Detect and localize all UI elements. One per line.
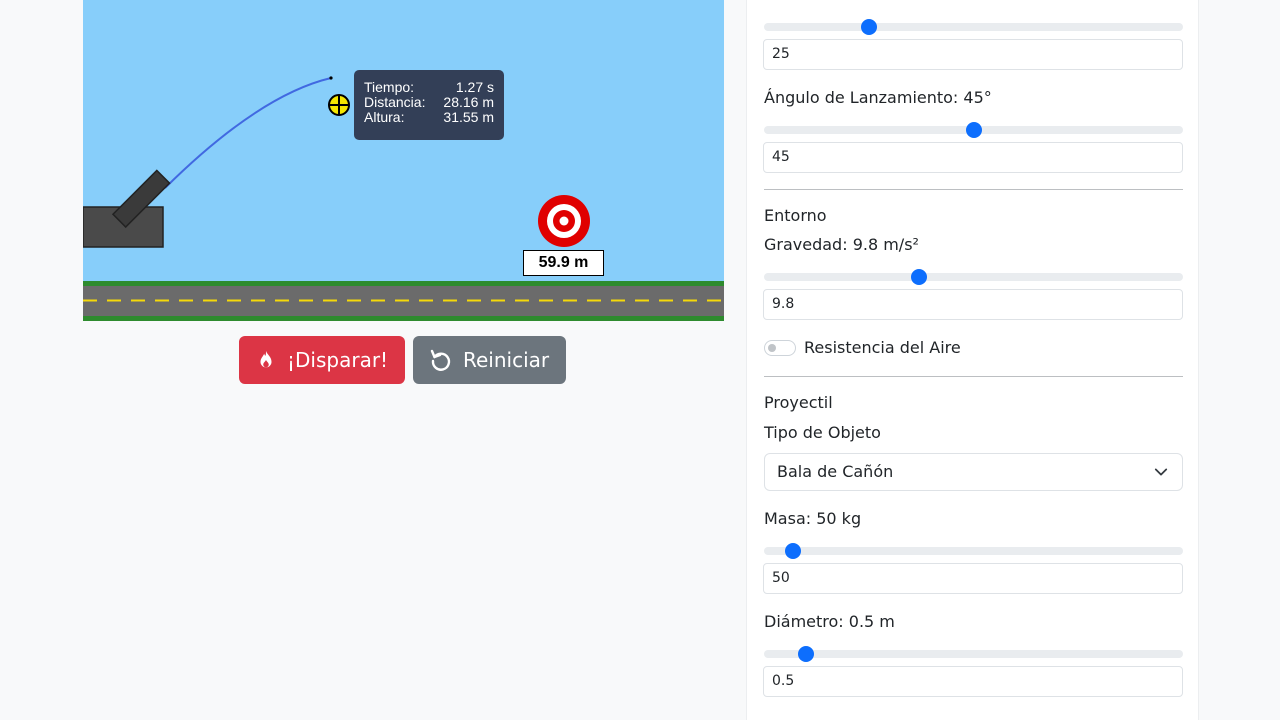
reset-button[interactable]: Reiniciar (413, 336, 566, 384)
angle-input[interactable]: 45 (763, 142, 1183, 173)
velocity-slider-thumb[interactable] (860, 19, 877, 35)
projectile-dot (329, 76, 333, 80)
diameter-label: Diámetro: 0.5 m (764, 612, 895, 631)
air-resistance-toggle[interactable] (764, 340, 796, 356)
grass-strip-bottom (83, 316, 724, 321)
angle-slider[interactable] (764, 122, 1183, 138)
fire-button-label: ¡Disparar! (287, 348, 389, 372)
environment-heading: Entorno (764, 206, 827, 225)
gravity-slider-thumb[interactable] (911, 269, 928, 285)
time-label: Tiempo: (364, 79, 415, 95)
velocity-input[interactable]: 25 (763, 39, 1183, 70)
height-value: 31.55 m (443, 109, 494, 125)
air-resistance-label: Resistencia del Aire (804, 338, 961, 357)
diameter-slider[interactable] (764, 646, 1183, 662)
mass-slider[interactable] (764, 543, 1183, 559)
fire-button[interactable]: ¡Disparar! (239, 336, 405, 384)
flight-info-tooltip: Tiempo: 1.27 s Distancia: 28.16 m Altura: 3… (354, 70, 504, 140)
target-icon (538, 195, 590, 247)
angle-label: Ángulo de Lanzamiento: 45° (764, 88, 992, 107)
distance-label: Distancia: (364, 94, 426, 110)
mass-input[interactable]: 50 (763, 563, 1183, 594)
angle-slider-thumb[interactable] (965, 122, 982, 138)
projectile-heading: Proyectil (764, 393, 833, 412)
distance-value: 28.16 m (443, 94, 494, 110)
control-panel: 25 Ángulo de Lanzamiento: 45° 45 Entorno… (746, 0, 1199, 720)
reset-icon (430, 349, 451, 371)
fire-icon (260, 350, 272, 368)
diameter-slider-thumb[interactable] (797, 646, 814, 662)
object-type-selected: Bala de Cañón (777, 462, 894, 481)
trajectory-path (164, 77, 332, 189)
reset-button-label: Reiniciar (463, 348, 550, 372)
simulation-canvas[interactable]: Tiempo: 1.27 s Distancia: 28.16 m Altura: 3… (83, 0, 724, 321)
crosshair-icon (328, 94, 350, 116)
time-value: 1.27 s (455, 79, 494, 95)
divider (764, 376, 1183, 377)
mass-slider-thumb[interactable] (785, 543, 802, 559)
chevron-down-icon (1154, 468, 1168, 476)
object-type-label: Tipo de Objeto (764, 423, 881, 442)
gravity-slider[interactable] (764, 269, 1183, 285)
divider (764, 189, 1183, 190)
simulation-scene (83, 76, 724, 321)
height-label: Altura: (364, 109, 405, 125)
grass-strip-top (83, 281, 724, 286)
velocity-slider[interactable] (764, 19, 1183, 35)
object-type-select[interactable]: Bala de Cañón (764, 453, 1183, 491)
mass-label: Masa: 50 kg (764, 509, 862, 528)
diameter-input[interactable]: 0.5 (763, 666, 1183, 697)
cannon (83, 169, 171, 248)
gravity-label: Gravedad: 9.8 m/s² (764, 235, 919, 254)
gravity-input[interactable]: 9.8 (763, 289, 1183, 320)
target-distance-label: 59.9 m (523, 250, 604, 276)
